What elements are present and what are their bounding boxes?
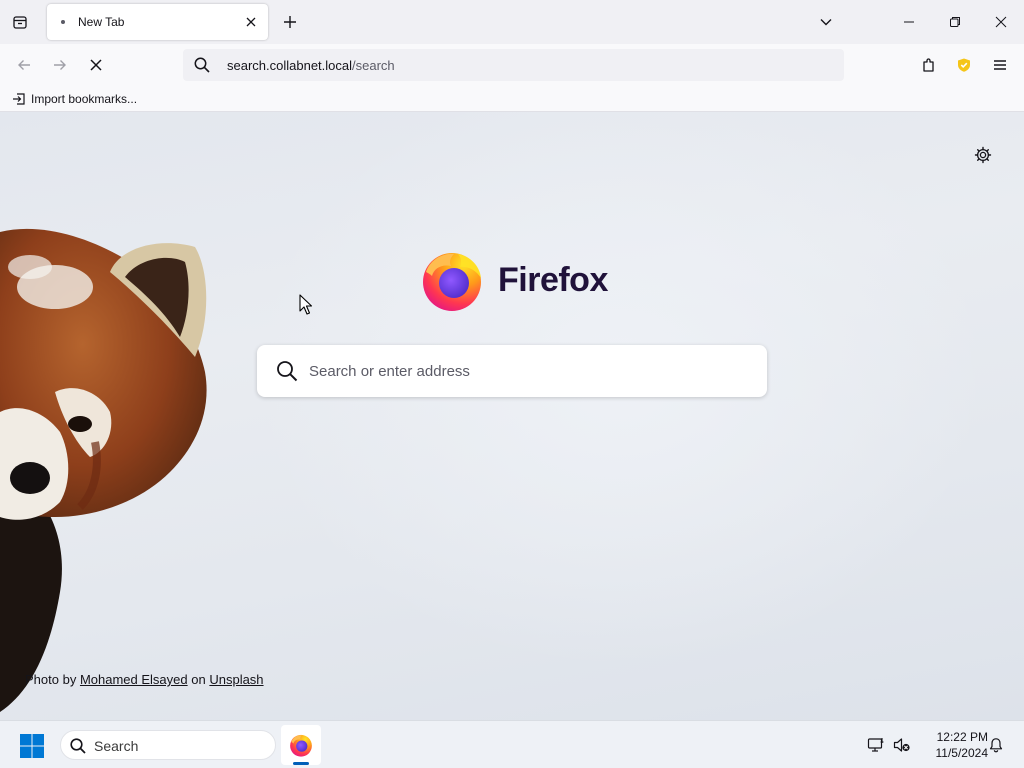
search-placeholder: Search or enter address: [309, 363, 470, 380]
stop-icon[interactable]: [81, 50, 111, 80]
credit-source-link[interactable]: Unsplash: [209, 672, 263, 687]
credit-prefix: Photo by: [25, 672, 77, 687]
taskbar-firefox-button[interactable]: [281, 725, 321, 765]
tab-new-tab[interactable]: New Tab: [47, 4, 268, 40]
firefox-logo: [290, 734, 312, 757]
clock-time: 12:22 PM: [936, 730, 988, 744]
credit-on: on: [191, 672, 206, 687]
photo-credit: Photo by Mohamed Elsayed on Unsplash: [25, 672, 264, 687]
hamburger-menu-icon[interactable]: [985, 50, 1015, 80]
bookmarks-toolbar: Import bookmarks...: [0, 86, 1024, 112]
plus-icon[interactable]: [276, 8, 304, 36]
search-icon: [277, 361, 298, 382]
taskbar: Search 12:22 PM 11/5/2024: [0, 720, 1024, 768]
close-icon[interactable]: [240, 11, 262, 33]
windows-start-icon[interactable]: [18, 732, 46, 760]
back-arrow-icon[interactable]: [9, 50, 39, 80]
address-bar[interactable]: search.collabnet.local/search: [183, 49, 844, 81]
bell-icon[interactable]: [986, 735, 1006, 755]
tab-favicon-dot: [61, 20, 65, 24]
tab-list-icon[interactable]: [6, 8, 34, 36]
import-icon: [13, 93, 25, 105]
url-path: /search: [352, 58, 395, 73]
extensions-icon[interactable]: [914, 50, 944, 80]
active-app-indicator: [293, 762, 309, 765]
firefox-wordmark: Firefox: [498, 260, 608, 299]
credit-author-link[interactable]: Mohamed Elsayed: [80, 672, 188, 687]
import-bookmarks-label: Import bookmarks...: [31, 92, 138, 106]
maximize-icon[interactable]: [932, 0, 978, 44]
search-input[interactable]: Search or enter address: [257, 345, 767, 397]
shield-icon[interactable]: [949, 50, 979, 80]
gear-icon[interactable]: [970, 142, 996, 168]
tab-strip: New Tab: [0, 0, 1024, 44]
import-bookmarks-button[interactable]: Import bookmarks...: [8, 89, 141, 109]
clock-date: 11/5/2024: [935, 746, 989, 760]
close-icon[interactable]: [978, 0, 1024, 44]
minimize-icon[interactable]: [886, 0, 932, 44]
mouse-cursor-icon: [299, 294, 313, 315]
firefox-brand: Firefox: [420, 248, 608, 312]
url-host: search.collabnet.local: [227, 58, 353, 73]
firefox-logo: [423, 253, 481, 311]
volume-muted-icon[interactable]: [892, 735, 912, 755]
search-icon: [194, 57, 210, 73]
forward-arrow-icon[interactable]: [45, 50, 75, 80]
navigation-toolbar: search.collabnet.local/search: [0, 44, 1024, 86]
taskbar-search-label: Search: [94, 738, 139, 754]
search-icon: [70, 738, 86, 754]
background-photo: [0, 228, 207, 712]
system-clock[interactable]: 12:22 PM 11/5/2024: [918, 729, 989, 761]
new-tab-page: Firefox Search or enter address Photo by…: [0, 112, 1024, 720]
tab-title: New Tab: [78, 15, 125, 29]
taskbar-search-box[interactable]: Search: [60, 730, 276, 760]
network-icon[interactable]: [866, 735, 886, 755]
chevron-down-icon[interactable]: [812, 8, 840, 36]
url-text: search.collabnet.local/search: [227, 58, 395, 73]
